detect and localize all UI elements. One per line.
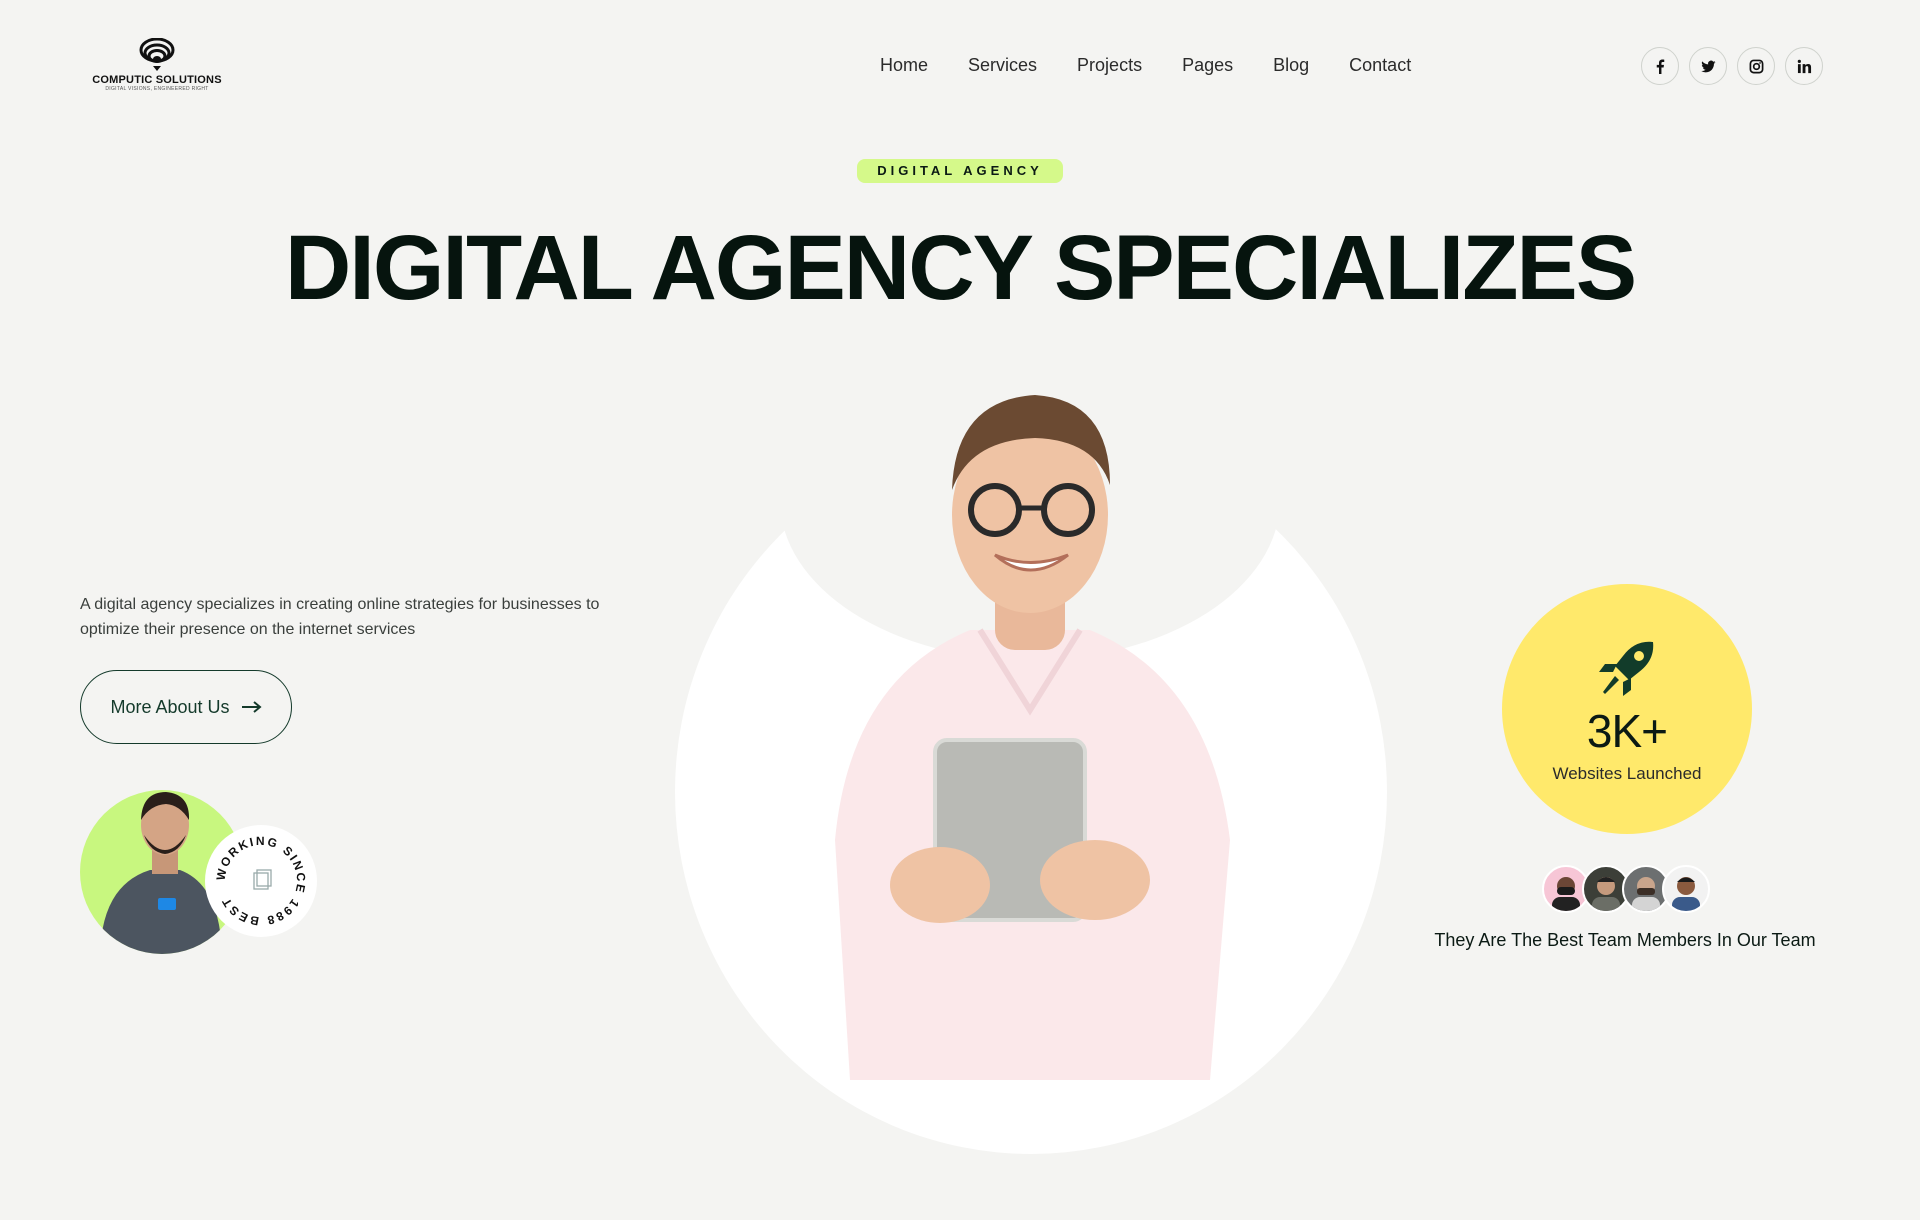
- team-caption: They Are The Best Team Members In Our Te…: [1434, 930, 1816, 950]
- arrow-right-icon: [241, 701, 262, 713]
- linkedin-link[interactable]: [1785, 47, 1823, 85]
- instagram-icon: [1749, 59, 1763, 73]
- nav-item-pages[interactable]: Pages: [1162, 55, 1253, 76]
- hero-person-image: [835, 395, 1230, 1080]
- rocket-icon: [1599, 641, 1654, 696]
- team-avatar[interactable]: [1662, 865, 1710, 913]
- facebook-icon: [1656, 58, 1664, 74]
- team-avatars: [1542, 865, 1710, 913]
- logo-tagline: DIGITAL VISIONS, ENGINEERED RIGHT: [105, 86, 209, 92]
- nav-item-blog[interactable]: Blog: [1253, 55, 1329, 76]
- more-about-us-button[interactable]: More About Us: [80, 670, 292, 744]
- since-badge: WORKING SINCE 1988 BEST: [205, 825, 317, 937]
- logo-title: COMPUTIC SOLUTIONS: [92, 74, 222, 86]
- linkedin-icon: [1797, 59, 1811, 73]
- since-badge-ring: WORKING SINCE 1988 BEST: [214, 834, 309, 928]
- logo[interactable]: COMPUTIC SOLUTIONS DIGITAL VISIONS, ENGI…: [92, 38, 222, 92]
- websites-stat: 3K+ Websites Launched: [1502, 584, 1752, 834]
- twitter-link[interactable]: [1689, 47, 1727, 85]
- hero-description: A digital agency specializes in creating…: [80, 596, 600, 638]
- nav-item-home[interactable]: Home: [880, 55, 948, 76]
- instagram-link[interactable]: [1737, 47, 1775, 85]
- hero-title: DIGITAL AGENCY SPECIALIZES: [284, 217, 1637, 319]
- svg-text:WORKING SINCE 1988 BEST: WORKING SINCE 1988 BEST: [214, 834, 309, 928]
- hero-badge: DIGITAL AGENCY: [857, 159, 1063, 183]
- twitter-icon: [1700, 60, 1716, 72]
- more-about-us-label: More About Us: [110, 696, 230, 717]
- main-nav: Home Services Projects Pages Blog Contac…: [880, 55, 1431, 76]
- stat-label: Websites Launched: [1552, 764, 1702, 783]
- logo-mark-icon: [139, 38, 175, 71]
- nav-item-projects[interactable]: Projects: [1057, 55, 1162, 76]
- facebook-link[interactable]: [1641, 47, 1679, 85]
- site-header: COMPUTIC SOLUTIONS DIGITAL VISIONS, ENGI…: [0, 0, 1920, 140]
- social-links: [1641, 47, 1823, 85]
- nav-item-services[interactable]: Services: [948, 55, 1057, 76]
- since-badge-ring-text: WORKING SINCE 1988 BEST: [214, 834, 307, 928]
- stat-value: 3K+: [1586, 705, 1668, 757]
- nav-item-contact[interactable]: Contact: [1329, 55, 1431, 76]
